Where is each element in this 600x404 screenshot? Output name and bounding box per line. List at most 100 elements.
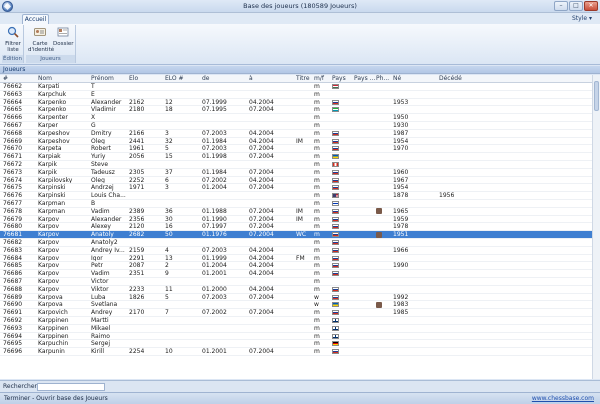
cell-nom: Karpov [38,254,60,262]
table-row[interactable]: 76665 Karpenko Vladimir 2180 18 07.1995 07.200… [0,106,600,115]
column-header[interactable]: Nom [38,75,90,82]
cell-decede [439,301,479,308]
table-row[interactable]: 76679 Karpov Alexander 2356 30 01.1990 07.2004… [0,216,600,224]
cell-elo: 2254 [129,348,145,355]
table-row[interactable]: 76671 Karpiak Yuriy 2056 15 01.1998 07.2004 m [0,153,600,161]
players-table[interactable]: # Nom Prénom Elo ELO # de à Titre m/f Pays Pays ..… [0,75,600,379]
minimize-button[interactable]: – [554,1,568,11]
table-row[interactable]: 76663 Karpchuk Em [0,91,600,99]
cell-pays2 [354,153,375,160]
scrollbar-thumb[interactable] [594,81,599,111]
column-header[interactable]: # [3,75,37,82]
table-row[interactable]: 76692 Karppinen Martti m [0,317,600,325]
cell-elo-n: 12 [165,98,173,106]
cell-pays2 [354,192,375,199]
cell-id: 76665 [3,106,23,114]
tab-accueil[interactable]: Accueil [22,14,49,24]
table-row[interactable]: 76682 Karpov Anatoly2 m [0,239,600,247]
table-row[interactable]: 76694 Karppinen Raimo m [0,333,600,341]
table-row[interactable]: 76669 Karpeshov Oleg 2441 32 01.1984 04.2004 IM… [0,138,600,146]
country-flag-icon [332,325,339,331]
cell-pays [332,278,353,285]
vertical-scrollbar[interactable] [592,75,600,379]
table-row[interactable]: 76662 Karpati Tm [0,83,600,91]
table-row[interactable]: 76667 Karper Gm 1930 [0,122,600,130]
cell-mf: m [314,238,320,246]
table-row[interactable]: 76672 Karpik Steve m [0,161,600,169]
cell-ne: 1930 [393,121,409,129]
style-menu-label: Style [572,15,588,22]
table-row[interactable]: 76693 Karppinen Mikael m [0,325,600,333]
search-input[interactable] [37,383,105,391]
close-button[interactable]: ✕ [584,1,598,11]
column-header[interactable]: Titre [296,75,313,82]
style-menu[interactable]: Style ▾ [572,15,592,22]
window-title: Base des joueurs (180589 Joueurs) [243,2,357,10]
column-header[interactable]: Ph... [376,75,392,82]
table-row[interactable]: 76677 Karpman Bm [0,200,600,208]
cell-prenom: Dmitry [91,129,112,137]
cell-de [202,122,248,129]
cell-nom: Karpovich [38,309,68,316]
cell-de [202,91,248,98]
country-flag-icon [332,271,339,277]
table-row[interactable]: 76684 Karpov Igor 2291 13 01.1999 04.2004 FM m [0,255,600,263]
column-header[interactable]: Décédé [439,75,479,82]
table-row[interactable]: 76664 Karpenko Alexander 2162 12 07.1999 04.20… [0,99,600,107]
cell-id: 76682 [3,238,23,246]
table-row[interactable]: 76691 Karpovich Andrey 2170 7 07.2002 07.2004 m… [0,309,600,317]
cell-nom: Karpov [38,270,60,277]
chessbase-link[interactable]: www.chessbase.com [532,395,594,402]
table-row[interactable]: 76690 Karpova Svetlana w 1983 [0,301,600,310]
column-header[interactable]: de [202,75,248,82]
country-flag-icon [332,138,339,144]
cell-nom: Karpchuk [38,90,67,98]
maximize-button[interactable]: □ [569,1,583,11]
cell-mf: m [314,145,320,153]
table-row[interactable]: 76678 Karpman Vadim 2389 36 01.1988 07.2004 IM m… [0,208,600,216]
filter-list-button[interactable]: Filtrer liste [3,26,23,53]
column-header[interactable]: Pays ... [354,75,375,82]
country-flag-icon [332,130,339,136]
cell-a: 04.2004 [249,262,274,270]
country-flag-icon [332,294,339,300]
table-row[interactable]: 76673 Karpik Tadeusz 2305 37 01.1984 07.2004 m 1… [0,169,600,177]
cell-pays2 [354,301,375,308]
cell-titre: WC [296,231,307,238]
ribbon-group-joueurs: Carte d'identité Dossier Joueurs [26,25,76,63]
table-row[interactable]: 76689 Karpova Luba 1826 5 07.2003 07.2004 w 1992 [0,294,600,302]
cell-nom: Karppinen [38,332,69,340]
table-row[interactable]: 76686 Karpov Vadim 2351 9 01.2001 04.2004 m [0,270,600,278]
cell-elo [129,161,164,168]
column-header[interactable]: Prénom [91,75,128,82]
table-row[interactable]: 76685 Karpov Petr 2087 2 01.2004 04.2004 m 1990 [0,262,600,271]
table-row[interactable]: 76670 Karpeta Robert 1961 5 07.2003 07.2004 m 19… [0,145,600,154]
cell-nom: Karpov [38,238,60,246]
table-row[interactable]: 76683 Karpov Andrey Iv... 2159 4 07.2003 04.20… [0,247,600,255]
table-row[interactable]: 76666 Karpenter Xm 1950 [0,114,600,122]
cell-id: 76686 [3,270,23,277]
table-row[interactable]: 76695 Karpuchin Sergej m [0,340,600,349]
dossier-button[interactable]: Dossier [53,26,74,47]
cell-elo: 2441 [129,137,145,145]
column-header[interactable]: ELO # [165,75,201,82]
table-row[interactable]: 76688 Karpov Viktor 2233 11 01.2000 04.2004 m [0,286,600,294]
ribbon-group-label: Édition [2,55,23,63]
table-row[interactable]: 76675 Karpinski Andrzej 1971 3 01.2004 07.2004… [0,184,600,193]
table-row[interactable]: 76681 Karpov Anatoly 2682 50 01.1976 07.2004 WC… [0,231,600,239]
id-card-button[interactable]: Carte d'identité [28,26,54,53]
column-header[interactable]: Né [393,75,438,82]
column-header[interactable]: Elo [129,75,164,82]
column-header[interactable]: Pays [332,75,353,82]
cell-photo [376,184,392,191]
table-row[interactable]: 76687 Karpov Victor m [0,278,600,286]
table-row[interactable]: 76696 Karpunin Kirill 2254 10 01.2001 07.2004 m [0,348,600,356]
table-row[interactable]: 76676 Karpinski Louis Cha... m 1878 1956 [0,192,600,200]
table-row[interactable]: 76668 Karpeshov Dmitry 2166 3 07.2003 04.2004 m… [0,130,600,138]
column-header[interactable]: m/f [314,75,331,82]
cell-ne [393,270,438,277]
table-row[interactable]: 76680 Karpov Alexey 2120 16 07.1997 07.2004 m 19… [0,223,600,232]
table-row[interactable]: 76674 Karpilovsky Oleg 2252 6 07.2002 04.2004 m… [0,177,600,185]
column-header[interactable]: à [249,75,295,82]
country-flag-icon [332,216,339,222]
